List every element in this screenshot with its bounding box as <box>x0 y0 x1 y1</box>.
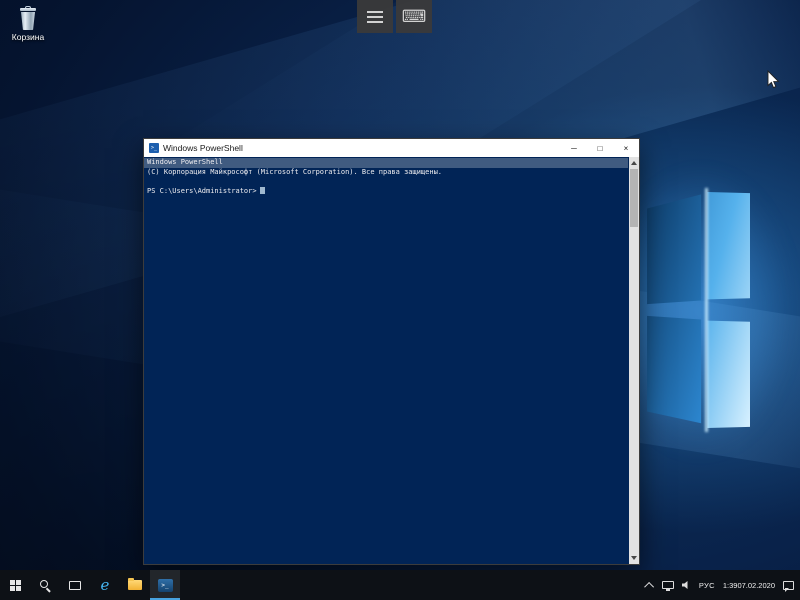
folder-icon <box>128 580 142 590</box>
console-scrollbar[interactable] <box>629 157 639 564</box>
prompt-text: PS C:\Users\Administrator> <box>147 187 257 195</box>
network-icon <box>662 581 674 589</box>
chevron-up-icon <box>644 581 654 591</box>
windows-start-icon <box>10 580 21 591</box>
system-tray: РУС 1:39 07.02.2020 <box>641 570 800 600</box>
powershell-taskbar-button[interactable]: >_ <box>150 570 180 600</box>
maximize-button[interactable]: □ <box>587 139 613 157</box>
network-status-button[interactable] <box>662 581 674 589</box>
scroll-up-icon[interactable] <box>631 161 637 165</box>
virtual-keyboard-button[interactable]: ⌨ <box>396 0 432 33</box>
scroll-down-icon[interactable] <box>631 556 637 560</box>
volume-button[interactable] <box>682 581 691 590</box>
recycle-bin-desktop-icon[interactable]: Корзина <box>2 6 54 42</box>
close-button[interactable]: × <box>613 139 639 157</box>
powershell-window-icon: >_ <box>149 143 159 153</box>
recycle-bin-label: Корзина <box>12 32 44 42</box>
speaker-icon <box>682 581 691 590</box>
vm-console-toolbar: ⌨ <box>357 0 432 33</box>
internet-explorer-button[interactable]: e <box>90 570 120 600</box>
file-explorer-button[interactable] <box>120 570 150 600</box>
action-center-icon <box>783 581 794 590</box>
scrollbar-thumb[interactable] <box>630 169 638 227</box>
search-icon <box>40 580 51 591</box>
clock-date: 07.02.2020 <box>737 581 775 590</box>
clock-time: 1:39 <box>723 581 738 590</box>
text-cursor <box>260 187 265 194</box>
start-button[interactable] <box>0 570 30 600</box>
taskbar: e >_ РУС 1:39 07.02.20 <box>0 570 800 600</box>
powershell-icon: >_ <box>158 579 173 592</box>
minimize-button[interactable]: ─ <box>561 139 587 157</box>
hamburger-icon <box>367 11 383 23</box>
keyboard-icon: ⌨ <box>402 8 427 25</box>
powershell-window: >_ Windows PowerShell ─ □ × Windows Powe… <box>143 138 640 565</box>
action-center-button[interactable] <box>783 581 794 590</box>
console-banner-line: Windows PowerShell <box>144 158 628 168</box>
console-menu-button[interactable] <box>357 0 393 33</box>
console-blank-line <box>147 177 625 187</box>
console-copyright-line: (C) Корпорация Майкрософт (Microsoft Cor… <box>147 168 625 178</box>
window-titlebar[interactable]: >_ Windows PowerShell ─ □ × <box>144 139 639 157</box>
language-indicator[interactable]: РУС <box>699 581 715 590</box>
desktop-screen: Корзина ⌨ >_ Windows PowerShell ─ □ × Wi… <box>0 0 800 600</box>
console-prompt-line: PS C:\Users\Administrator> <box>147 187 625 197</box>
window-title: Windows PowerShell <box>163 143 561 153</box>
task-view-icon <box>69 581 81 590</box>
task-view-button[interactable] <box>60 570 90 600</box>
hidden-icons-button[interactable] <box>647 582 654 589</box>
recycle-bin-icon <box>17 6 39 30</box>
internet-explorer-icon: e <box>101 578 110 593</box>
console-output-area[interactable]: Windows PowerShell (C) Корпорация Майкро… <box>144 157 639 564</box>
search-button[interactable] <box>30 570 60 600</box>
taskbar-clock[interactable]: 1:39 07.02.2020 <box>723 581 775 590</box>
window-controls: ─ □ × <box>561 139 639 157</box>
